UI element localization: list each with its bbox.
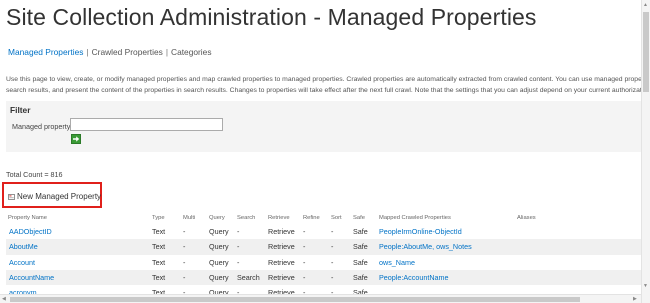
vertical-scroll-thumb[interactable] [643, 12, 649, 92]
search-cell: - [237, 227, 240, 237]
scroll-up-icon[interactable]: ▲ [643, 2, 648, 8]
multi-cell: - [181, 269, 207, 286]
refine-cell: - [301, 269, 329, 286]
go-arrow-icon [73, 136, 80, 142]
column-header[interactable]: Sort [329, 212, 351, 224]
managed-properties-table: Property Name Type Multi Query Search Re… [6, 212, 642, 300]
safe-cell: Safe [353, 227, 368, 237]
description-line: search results, and present the content … [6, 86, 646, 94]
safe-cell: Safe [353, 257, 368, 267]
column-header[interactable]: Property Name [6, 212, 150, 224]
scroll-right-icon[interactable]: ▶ [633, 296, 637, 302]
filter-panel: Filter Managed property [6, 101, 643, 152]
sort-cell: - [331, 257, 334, 267]
tab-separator: | [165, 47, 169, 57]
type-cell: Text [152, 257, 166, 267]
retrieve-cell: Retrieve [266, 239, 301, 255]
refine-cell: - [301, 239, 329, 255]
query-cell: Query [209, 257, 229, 267]
multi-cell: - [181, 239, 207, 255]
new-document-icon [8, 193, 15, 200]
property-name-link[interactable]: AboutMe [6, 239, 150, 255]
aliases-cell [515, 255, 642, 270]
aliases-cell [515, 269, 642, 286]
sort-cell: - [329, 239, 351, 255]
mapped-crawled-properties-link[interactable]: People:AccountName [377, 269, 515, 286]
managed-property-label: Managed property [12, 122, 71, 131]
table-header-row: Property Name Type Multi Query Search Re… [6, 212, 642, 224]
table-row: AADObjectID Text - Query - Retrieve - - … [6, 224, 642, 239]
column-header[interactable]: Multi [181, 212, 207, 224]
page-title: Site Collection Administration - Managed… [6, 4, 537, 30]
column-header[interactable]: Retrieve [266, 212, 301, 224]
sort-cell: - [331, 227, 334, 237]
type-cell: Text [150, 239, 181, 255]
column-header[interactable]: Query [207, 212, 235, 224]
query-cell: Query [207, 239, 235, 255]
query-cell: Query [209, 227, 229, 237]
table-row: AccountName Text - Query Search Retrieve… [6, 269, 642, 286]
property-tabs: Managed Properties | Crawled Properties | Ca… [8, 47, 212, 57]
tab-crawled-properties[interactable]: Crawled Properties [92, 47, 163, 57]
tab-managed-properties[interactable]: Managed Properties [8, 47, 83, 57]
multi-cell: - [183, 257, 186, 267]
property-name-link[interactable]: AADObjectID [6, 224, 150, 239]
new-managed-property-button[interactable]: New Managed Property [8, 192, 101, 201]
scroll-left-icon[interactable]: ◀ [2, 296, 6, 302]
column-header[interactable]: Safe [351, 212, 377, 224]
retrieve-cell: Retrieve [268, 257, 295, 267]
scroll-down-icon[interactable]: ▼ [643, 283, 648, 289]
refine-cell: - [303, 227, 306, 237]
description-line: Use this page to view, create, or modify… [6, 76, 646, 83]
type-cell: Text [150, 269, 181, 286]
type-cell: Text [152, 227, 166, 237]
table-row: Account Text - Query - Retrieve - - Safe… [6, 255, 642, 270]
column-header[interactable]: Mapped Crawled Properties [377, 212, 515, 224]
mapped-crawled-properties-link[interactable]: ows_Name [377, 255, 515, 270]
multi-cell: - [183, 227, 186, 237]
table-row: AboutMe Text - Query - Retrieve - - Safe… [6, 239, 642, 255]
new-managed-property-highlight: New Managed Property [2, 182, 102, 208]
retrieve-cell: Retrieve [266, 269, 301, 286]
mapped-crawled-properties-link[interactable]: People:AboutMe, ows_Notes [377, 239, 515, 255]
mapped-crawled-properties-link[interactable]: PeopleIrmOnline-ObjectId [377, 224, 515, 239]
go-button[interactable] [71, 134, 81, 144]
total-count: Total Count = 816 [6, 170, 63, 179]
sort-cell: - [329, 269, 351, 286]
retrieve-cell: Retrieve [268, 227, 295, 237]
column-header[interactable]: Type [150, 212, 181, 224]
page-description: Use this page to view, create, or modify… [6, 75, 646, 96]
filter-title: Filter [10, 105, 31, 115]
horizontal-scroll-thumb[interactable] [10, 297, 580, 302]
search-cell: - [237, 257, 240, 267]
horizontal-scrollbar[interactable]: ◀ ▶ [0, 294, 641, 303]
property-name-link[interactable]: Account [6, 255, 150, 270]
aliases-cell [515, 239, 642, 255]
search-cell: - [235, 239, 266, 255]
column-header[interactable]: Aliases [515, 212, 642, 224]
safe-cell: Safe [351, 239, 377, 255]
refine-cell: - [303, 257, 306, 267]
managed-property-input[interactable] [70, 118, 223, 131]
aliases-cell [515, 224, 642, 239]
vertical-scrollbar[interactable]: ▲ ▼ [641, 0, 650, 303]
column-header[interactable]: Refine [301, 212, 329, 224]
tab-categories[interactable]: Categories [171, 47, 212, 57]
property-name-link[interactable]: AccountName [6, 269, 150, 286]
query-cell: Query [207, 269, 235, 286]
column-header[interactable]: Search [235, 212, 266, 224]
safe-cell: Safe [351, 269, 377, 286]
tab-separator: | [86, 47, 89, 57]
search-cell: Search [235, 269, 266, 286]
new-managed-property-label: New Managed Property [17, 192, 102, 201]
